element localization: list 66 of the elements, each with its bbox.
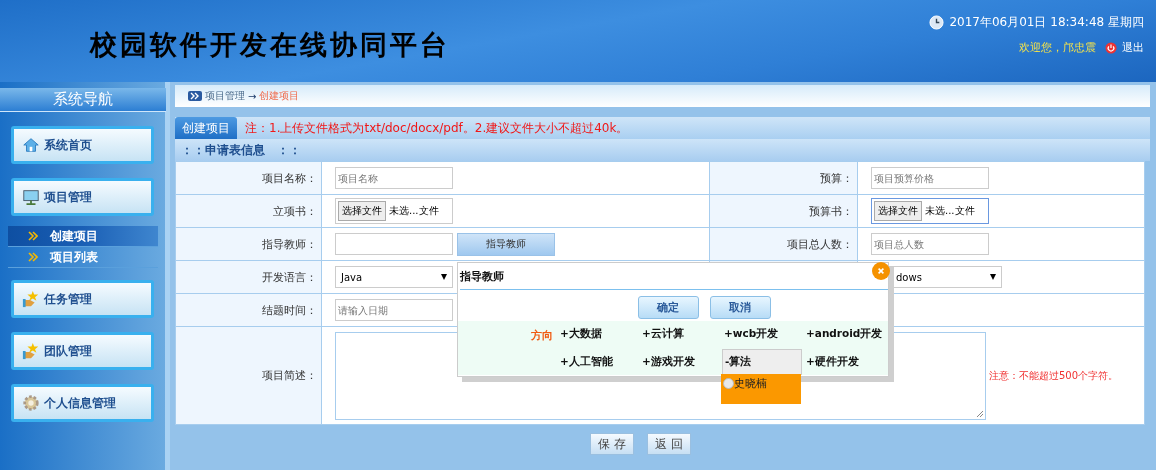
breadcrumb-arrow: →	[248, 90, 257, 102]
breadcrumb-link[interactable]: 项目管理	[205, 89, 245, 103]
submenu-item[interactable]: 创建项目	[7, 226, 158, 247]
resize-grip-icon	[976, 409, 984, 418]
field-label: 开发语言：	[175, 260, 322, 294]
section-title: ：：申请表信息 ：：	[181, 141, 301, 159]
site-title: 校园软件开发在线协同平台	[90, 28, 450, 62]
hand-star-icon	[22, 290, 40, 308]
power-icon	[1105, 41, 1117, 54]
field-label: 项目简述：	[175, 326, 322, 425]
file-input[interactable]: 选择文件 未选...文件	[335, 198, 453, 224]
direction-label: 方向	[530, 328, 554, 344]
category-item[interactable]: +wcb开发	[722, 321, 802, 347]
length-note: 注意：不能超过500个字符。	[989, 368, 1119, 383]
hand-star-icon	[22, 342, 40, 360]
nav-button[interactable]: 团队管理	[11, 332, 154, 370]
action-button[interactable]: 保 存	[590, 433, 634, 455]
category-item[interactable]: +云计算	[640, 321, 720, 347]
date-time: 2017年06月01日 18:34:48 星期四	[949, 14, 1144, 31]
nav-button[interactable]: 项目管理	[11, 178, 154, 216]
teacher-input[interactable]	[335, 233, 453, 255]
file-input[interactable]: 选择文件 未选...文件	[871, 198, 989, 224]
gear-icon	[22, 394, 40, 412]
nav-button[interactable]: 个人信息管理	[11, 384, 154, 422]
double-chevron-icon	[188, 91, 202, 101]
text-input[interactable]: 项目总人数	[871, 233, 989, 255]
field-label: 预算书：	[809, 204, 853, 218]
category-item[interactable]: -算法	[722, 349, 802, 375]
category-item[interactable]: +大数据	[558, 321, 638, 347]
field-label: 立项书：	[175, 194, 322, 228]
category-item[interactable]: +游戏开发	[640, 349, 720, 375]
select-field[interactable]: Java	[335, 266, 453, 288]
form-tab[interactable]: 创建项目	[175, 117, 237, 139]
action-button[interactable]: 返 回	[647, 433, 691, 455]
sidebar-title: 系统导航	[0, 88, 166, 112]
text-input[interactable]: 项目名称	[335, 167, 453, 189]
teacher-picker-button[interactable]: 指导教师	[457, 232, 555, 256]
upload-note: 注：1.上传文件格式为txt/doc/docx/pdf。2.建议文件大小不超过40k。	[245, 119, 629, 137]
category-item[interactable]: +硬件开发	[804, 349, 884, 375]
dialog-button[interactable]: 确定	[637, 296, 699, 319]
category-item[interactable]: +人工智能	[558, 349, 638, 375]
submenu-item[interactable]: 项目列表	[7, 247, 158, 268]
category-item[interactable]: +android开发	[804, 321, 884, 347]
teacher-option[interactable]: 史晓楠	[723, 376, 799, 391]
field-label: 项目名称：	[175, 161, 322, 195]
text-input[interactable]: 请输入日期	[335, 299, 453, 321]
monitor-icon	[22, 188, 40, 206]
close-button[interactable]	[872, 262, 890, 280]
dialog-button[interactable]: 取消	[709, 296, 771, 319]
field-label: 项目总人数：	[787, 237, 853, 251]
house-icon	[22, 136, 40, 154]
dialog-title: 指导教师	[460, 268, 504, 284]
welcome-text: 欢迎您，邝忠震	[1019, 40, 1096, 55]
logout-link[interactable]: 退出	[1122, 40, 1144, 55]
field-label: 指导教师：	[175, 227, 322, 261]
field-label: 预算：	[820, 171, 853, 185]
radio-button[interactable]	[723, 378, 734, 389]
nav-button[interactable]: 任务管理	[11, 280, 154, 318]
breadcrumb-current: 创建项目	[259, 89, 300, 103]
nav-button[interactable]: 系统首页	[11, 126, 154, 164]
double-chevron-icon	[27, 231, 38, 241]
clock-icon	[929, 15, 945, 30]
field-label: 结题时间：	[175, 293, 322, 327]
text-input[interactable]: 项目预算价格	[871, 167, 989, 189]
close-icon	[877, 267, 885, 275]
double-chevron-icon	[27, 252, 38, 262]
